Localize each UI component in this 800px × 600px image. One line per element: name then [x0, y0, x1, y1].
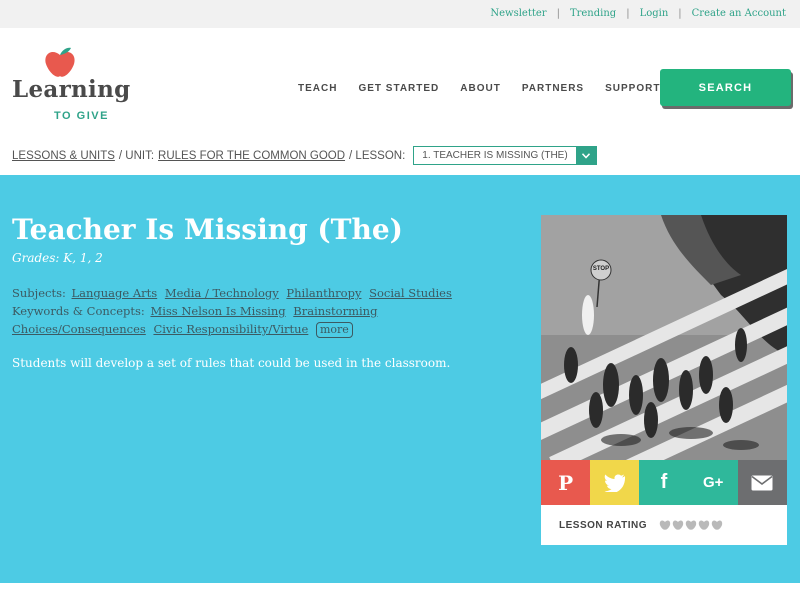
twitter-icon: [604, 474, 625, 492]
google-plus-icon: G+: [702, 474, 724, 491]
lesson-rating-label: LESSON RATING: [559, 519, 647, 531]
utility-bar: Newsletter | Trending | Login | Create a…: [0, 0, 800, 28]
rating-apple-icon[interactable]: [659, 519, 671, 531]
rating-apple-icon[interactable]: [685, 519, 697, 531]
keywords-row: Keywords & Concepts: Miss Nelson Is Miss…: [12, 302, 522, 338]
breadcrumb: LESSONS & UNITS / UNIT: RULES FOR THE CO…: [12, 146, 597, 165]
lesson-meta: Subjects: Language Arts Media / Technolo…: [12, 284, 522, 338]
lesson-rating: LESSON RATING: [541, 505, 787, 545]
rating-apple-icon[interactable]: [711, 519, 723, 531]
pinterest-share-button[interactable]: P: [541, 460, 591, 505]
lesson-summary: Students will develop a set of rules tha…: [12, 356, 451, 370]
utility-separator: |: [626, 8, 630, 19]
keyword-link[interactable]: Brainstorming: [293, 304, 377, 318]
keywords-label: Keywords & Concepts:: [12, 304, 145, 318]
breadcrumb-unit-link[interactable]: RULES FOR THE COMMON GOOD: [158, 150, 345, 162]
utility-links: Newsletter | Trending | Login | Create a…: [490, 8, 786, 19]
subject-link[interactable]: Media / Technology: [165, 286, 279, 300]
pinterest-icon: P: [558, 470, 574, 495]
footer-strip: [0, 583, 800, 600]
site-logo[interactable]: Learning TO GIVE: [12, 46, 142, 122]
site-header: Learning TO GIVE TEACH GET STARTED ABOUT…: [0, 28, 800, 165]
subject-link[interactable]: Language Arts: [72, 286, 158, 300]
lesson-title: Teacher Is Missing (The): [12, 213, 403, 246]
keyword-link[interactable]: Choices/Consequences: [12, 322, 146, 336]
trending-link[interactable]: Trending: [570, 8, 616, 19]
facebook-share-button[interactable]: f: [639, 460, 689, 505]
breadcrumb-unit-label: / UNIT:: [118, 149, 155, 162]
utility-separator: |: [556, 8, 560, 19]
keyword-link[interactable]: Civic Responsibility/Virtue: [153, 322, 308, 336]
logo-wordmark: Learning: [12, 76, 131, 103]
share-row: P f G+: [541, 460, 787, 505]
rating-apple-icon[interactable]: [672, 519, 684, 531]
facebook-icon: f: [660, 471, 668, 493]
more-keywords-button[interactable]: more: [316, 322, 353, 338]
nav-item-about[interactable]: ABOUT: [460, 83, 501, 94]
lesson-select[interactable]: 1. TEACHER IS MISSING (THE): [413, 146, 597, 165]
lesson-select-value: 1. TEACHER IS MISSING (THE): [422, 150, 568, 161]
search-button[interactable]: SEARCH: [660, 69, 791, 106]
subject-link[interactable]: Social Studies: [369, 286, 452, 300]
utility-separator: |: [678, 8, 682, 19]
lesson-photo: STOP: [541, 215, 787, 460]
subjects-label: Subjects:: [12, 286, 66, 300]
lesson-grades: Grades: K, 1, 2: [12, 251, 103, 265]
create-account-link[interactable]: Create an Account: [692, 8, 786, 19]
subjects-row: Subjects: Language Arts Media / Technolo…: [12, 284, 522, 302]
google-plus-share-button[interactable]: G+: [688, 460, 738, 505]
keyword-link[interactable]: Miss Nelson Is Missing: [150, 304, 285, 318]
breadcrumb-lesson-label: / LESSON:: [349, 149, 406, 162]
nav-item-partners[interactable]: PARTNERS: [522, 83, 584, 94]
lesson-card: STOP P f G+ LESSON RATING: [541, 215, 787, 545]
lesson-hero: Teacher Is Missing (The) Grades: K, 1, 2…: [0, 175, 800, 583]
twitter-share-button[interactable]: [590, 460, 640, 505]
email-share-button[interactable]: [737, 460, 787, 505]
chevron-down-icon[interactable]: [575, 147, 596, 164]
nav-item-teach[interactable]: TEACH: [298, 83, 337, 94]
main-nav: TEACH GET STARTED ABOUT PARTNERS SUPPORT…: [298, 83, 701, 94]
breadcrumb-lessons-units-link[interactable]: LESSONS & UNITS: [12, 150, 115, 162]
stop-sign-text: STOP: [592, 266, 610, 272]
login-link[interactable]: Login: [640, 8, 669, 19]
rating-apple-icon[interactable]: [698, 519, 710, 531]
nav-item-get-started[interactable]: GET STARTED: [358, 83, 439, 94]
email-icon: [751, 475, 773, 490]
newsletter-link[interactable]: Newsletter: [490, 8, 546, 19]
rating-apples[interactable]: [659, 519, 724, 531]
subject-link[interactable]: Philanthropy: [286, 286, 361, 300]
logo-tagline: TO GIVE: [54, 110, 109, 122]
